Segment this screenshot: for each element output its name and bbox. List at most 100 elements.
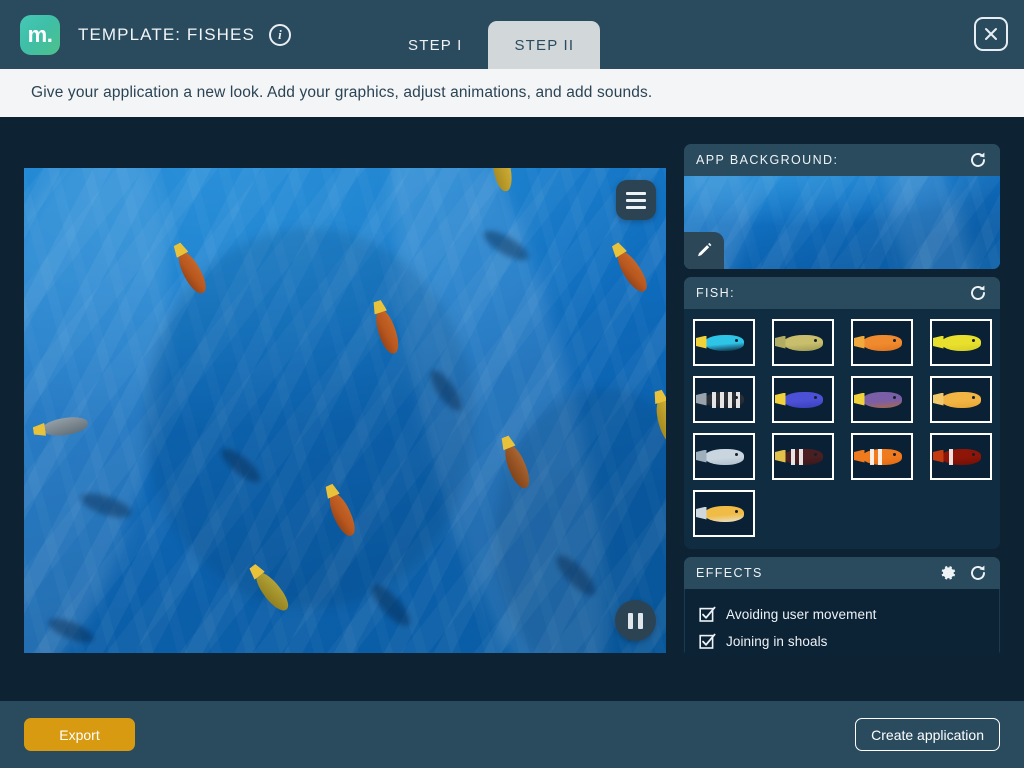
fish-sprite	[932, 448, 981, 465]
background-thumbnail[interactable]	[684, 176, 1000, 269]
fish-sprite	[774, 448, 823, 465]
fish-header: FISH:	[684, 277, 1000, 309]
footer-bar: Export Create application	[0, 701, 1024, 768]
fish-title: FISH:	[696, 286, 735, 300]
fish-stripe	[798, 448, 803, 465]
step-tabs: STEP I STEP II	[382, 0, 601, 69]
effects-list: Avoiding user movement Joining in shoals	[684, 589, 1000, 657]
fish-eye	[971, 338, 975, 342]
fish-tail	[774, 449, 786, 463]
refresh-icon[interactable]	[968, 563, 988, 583]
instruction-text: Give your application a new look. Add yo…	[31, 84, 653, 101]
fish-eye	[734, 395, 738, 399]
fish-body	[684, 309, 1000, 549]
checkbox-checked-icon[interactable]	[699, 606, 716, 623]
fish-stripe	[877, 448, 882, 465]
app-header: m. TEMPLATE: FISHES i STEP I STEP II	[0, 0, 1024, 69]
fish-thumbnail[interactable]	[929, 433, 992, 480]
fish-sprite	[932, 391, 981, 408]
refresh-icon[interactable]	[968, 150, 988, 170]
menu-bar	[626, 205, 646, 209]
app-background-panel: APP BACKGROUND:	[684, 144, 1000, 269]
effects-panel: EFFECTS Avoiding user movement Joining in…	[684, 557, 1000, 657]
fish-stripe	[790, 448, 795, 465]
fish-eye	[813, 452, 817, 456]
fish-eye	[813, 338, 817, 342]
fish-stripe	[711, 391, 716, 408]
fish-eye	[734, 338, 738, 342]
fish-sprite	[853, 448, 902, 465]
fish-eye	[734, 509, 738, 513]
fish-sprite	[695, 505, 744, 522]
fish-stripe	[719, 391, 724, 408]
refresh-icon[interactable]	[968, 283, 988, 303]
app-background-title: APP BACKGROUND:	[696, 153, 839, 167]
fish-eye	[892, 452, 896, 456]
effect-row[interactable]: Joining in shoals	[685, 628, 999, 655]
gear-icon[interactable]	[938, 563, 958, 583]
pause-bar	[638, 612, 643, 629]
fish-tail	[932, 335, 944, 349]
fish-stripe	[727, 391, 732, 408]
tab-step-2[interactable]: STEP II	[488, 21, 601, 69]
fish-thumbnail[interactable]	[929, 376, 992, 423]
fish-stripe	[869, 448, 874, 465]
preview-menu-icon[interactable]	[616, 180, 656, 220]
fish-sprite	[695, 391, 744, 408]
create-application-button[interactable]: Create application	[855, 718, 1000, 751]
fish-thumbnail[interactable]	[771, 376, 834, 423]
app-logo: m.	[20, 14, 60, 55]
fish-thumbnail[interactable]	[850, 376, 913, 423]
fish-eye	[813, 395, 817, 399]
fish-tail	[932, 449, 944, 463]
fish-tail	[695, 335, 707, 349]
fish-thumbnail[interactable]	[771, 319, 834, 366]
info-icon[interactable]: i	[268, 23, 291, 46]
fish-eye	[892, 338, 896, 342]
fish-eye	[971, 452, 975, 456]
fish-sprite	[774, 334, 823, 351]
fish-stripe	[735, 391, 740, 408]
fish-tail	[853, 449, 865, 463]
fish-thumbnail[interactable]	[850, 433, 913, 480]
fish-thumbnail[interactable]	[850, 319, 913, 366]
fish-thumbnail[interactable]	[692, 319, 755, 366]
fish-tail	[932, 392, 944, 406]
fish-eye	[971, 395, 975, 399]
fish-tail	[774, 335, 786, 349]
fish-panel: FISH:	[684, 277, 1000, 549]
main-stage: APP BACKGROUND: FISH: EFFECTS Avoiding u…	[0, 117, 1024, 701]
fish-eye	[892, 395, 896, 399]
fish-thumbnail[interactable]	[771, 433, 834, 480]
pencil-edit-icon[interactable]	[684, 232, 724, 269]
fish-tail	[695, 506, 707, 520]
effect-label: Joining in shoals	[726, 634, 828, 649]
export-button[interactable]: Export	[24, 718, 135, 751]
preview-canvas[interactable]	[24, 168, 666, 653]
fish-thumbnail[interactable]	[692, 376, 755, 423]
effect-row[interactable]: Avoiding user movement	[685, 601, 999, 628]
effects-title: EFFECTS	[696, 566, 763, 580]
fish-sprite	[853, 334, 902, 351]
close-icon[interactable]	[974, 17, 1008, 51]
fish-stripe	[948, 448, 953, 465]
pause-icon[interactable]	[615, 600, 656, 641]
fish-sprite	[695, 334, 744, 351]
fish-tail	[695, 449, 707, 463]
instruction-bar: Give your application a new look. Add yo…	[0, 69, 1024, 117]
fish-grid	[684, 319, 1000, 537]
effect-label: Avoiding user movement	[726, 607, 877, 622]
fish-tail	[774, 392, 786, 406]
fish-thumbnail[interactable]	[929, 319, 992, 366]
fish-tail	[853, 335, 865, 349]
fish-thumbnail[interactable]	[692, 490, 755, 537]
effects-header: EFFECTS	[684, 557, 1000, 589]
fish-tail	[695, 392, 707, 406]
checkbox-checked-icon[interactable]	[699, 633, 716, 650]
right-sidebar: APP BACKGROUND: FISH: EFFECTS Avoiding u…	[684, 144, 1000, 695]
tab-step-1[interactable]: STEP I	[382, 21, 488, 69]
fish-sprite	[774, 391, 823, 408]
fish-thumbnail[interactable]	[692, 433, 755, 480]
fish-sprite	[932, 334, 981, 351]
fish-eye	[734, 452, 738, 456]
